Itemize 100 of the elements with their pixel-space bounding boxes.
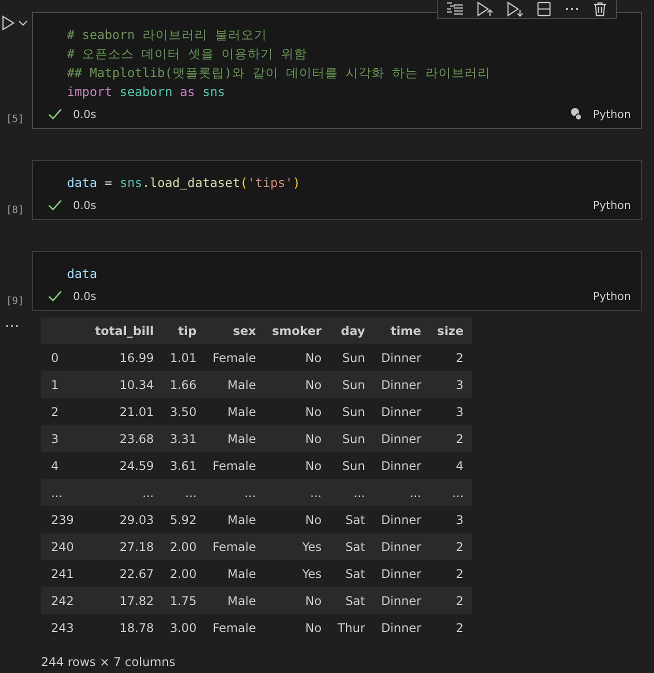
row-count-label: 244 rows × 7 columns	[41, 655, 176, 669]
table-cell: Male	[204, 371, 264, 398]
table-cell: Male	[204, 425, 264, 452]
table-cell: Sat	[330, 506, 374, 533]
table-cell: Thur	[330, 614, 374, 641]
table-cell: 3.00	[162, 614, 205, 641]
table-cell: No	[264, 425, 330, 452]
table-cell: No	[264, 614, 330, 641]
table-cell: 10.34	[87, 371, 162, 398]
row-index: 242	[41, 587, 87, 614]
table-cell: Dinner	[373, 425, 430, 452]
table-cell: Female	[204, 344, 264, 371]
table-cell: 3	[429, 371, 472, 398]
table-cell: 2.00	[162, 533, 205, 560]
table-cell: Dinner	[373, 614, 430, 641]
table-cell: 1.66	[162, 371, 205, 398]
table-cell: 1.75	[162, 587, 205, 614]
column-header: day	[330, 317, 374, 344]
table-cell: No	[264, 371, 330, 398]
more-icon[interactable]	[5, 323, 19, 329]
split-cell-icon[interactable]	[536, 1, 552, 17]
table-cell: Dinner	[373, 560, 430, 587]
row-index: 1	[41, 371, 87, 398]
table-cell: 2.00	[162, 560, 205, 587]
table-cell: Sun	[330, 398, 374, 425]
table-cell: 3	[429, 398, 472, 425]
column-header: size	[429, 317, 472, 344]
table-cell: 1.01	[162, 344, 205, 371]
kernel-language[interactable]: Python	[592, 290, 631, 302]
table-cell: 2	[429, 560, 472, 587]
table-cell: Yes	[264, 533, 330, 560]
table-cell: No	[264, 398, 330, 425]
table-cell: 2	[429, 614, 472, 641]
code-line: ## Matplotlib(맷플롯립)와 같이 데이터를 시각화 하는 라이브러리	[67, 64, 492, 82]
code-line: import seaborn as sns	[67, 83, 226, 101]
kernel-language[interactable]: Python	[592, 108, 631, 120]
execution-count: [8]	[6, 205, 24, 216]
column-header: smoker	[264, 317, 330, 344]
table-cell: Dinner	[373, 344, 430, 371]
table-cell: 2	[429, 425, 472, 452]
code-line: data = sns.load_dataset('tips')	[67, 174, 302, 192]
table-cell: No	[264, 344, 330, 371]
table-cell: 27.18	[87, 533, 162, 560]
table-cell: Male	[204, 560, 264, 587]
run-icon[interactable]	[1, 15, 15, 31]
code-cell[interactable]: # seaborn 라이브러리 불러오기 # 오픈소스 데이터 셋을 이용하기 위함 ## Matplotlib(맷플롯립)와 같이 데이터를 시각화 하는 라이브러리 import seaborn as sns 0.0s Python	[32, 12, 642, 129]
execution-time: 0.0s	[73, 198, 96, 212]
trash-icon[interactable]	[592, 1, 608, 17]
column-header: time	[373, 317, 430, 344]
table-cell: 24.59	[87, 452, 162, 479]
column-header: sex	[204, 317, 264, 344]
run-below-icon[interactable]	[506, 1, 524, 17]
table-cell: 2	[429, 587, 472, 614]
code-line: # seaborn 라이브러리 불러오기	[67, 26, 268, 44]
table-cell: ...	[204, 479, 264, 506]
code-cell[interactable]: data 0.0s Python	[32, 251, 642, 311]
row-index: 2	[41, 398, 87, 425]
table-cell: 4	[429, 452, 472, 479]
table-cell: Sun	[330, 425, 374, 452]
table-cell: Female	[204, 452, 264, 479]
table-cell: Sat	[330, 587, 374, 614]
execution-count: [9]	[6, 296, 24, 307]
table-cell: No	[264, 506, 330, 533]
table-cell: 18.78	[87, 614, 162, 641]
kernel-language[interactable]: Python	[592, 198, 631, 212]
table-cell: Sun	[330, 371, 374, 398]
table-cell: Sun	[330, 452, 374, 479]
execution-time: 0.0s	[73, 108, 96, 120]
table-cell: 3	[429, 506, 472, 533]
table-cell: 23.68	[87, 425, 162, 452]
table-cell: 29.03	[87, 506, 162, 533]
table-cell: No	[264, 587, 330, 614]
row-index: 3	[41, 425, 87, 452]
table-cell: 3.61	[162, 452, 205, 479]
table-cell: ...	[429, 479, 472, 506]
table-cell: ...	[87, 479, 162, 506]
table-cell: Male	[204, 587, 264, 614]
table-cell: 3.50	[162, 398, 205, 425]
row-index: 4	[41, 452, 87, 479]
table-cell: No	[264, 452, 330, 479]
column-header: tip	[162, 317, 205, 344]
chevron-icon[interactable]	[18, 20, 28, 26]
table-cell: Sun	[330, 344, 374, 371]
row-index: 0	[41, 344, 87, 371]
table-cell: Male	[204, 398, 264, 425]
table-cell: Dinner	[373, 506, 430, 533]
run-above-icon[interactable]	[476, 1, 494, 17]
table-cell: Female	[204, 533, 264, 560]
table-cell: Dinner	[373, 371, 430, 398]
row-index: 241	[41, 560, 87, 587]
variables-icon[interactable]	[568, 107, 583, 121]
table-cell: ...	[264, 479, 330, 506]
table-cell: Sat	[330, 560, 374, 587]
table-cell: 16.99	[87, 344, 162, 371]
code-line: # 오픈소스 데이터 셋을 이용하기 위함	[67, 45, 308, 63]
code-cell[interactable]: data = sns.load_dataset('tips') 0.0s Python	[32, 160, 642, 220]
table-cell: ...	[373, 479, 430, 506]
row-index: 240	[41, 533, 87, 560]
run-by-line-icon[interactable]	[446, 1, 464, 17]
execution-count: [5]	[6, 114, 24, 125]
